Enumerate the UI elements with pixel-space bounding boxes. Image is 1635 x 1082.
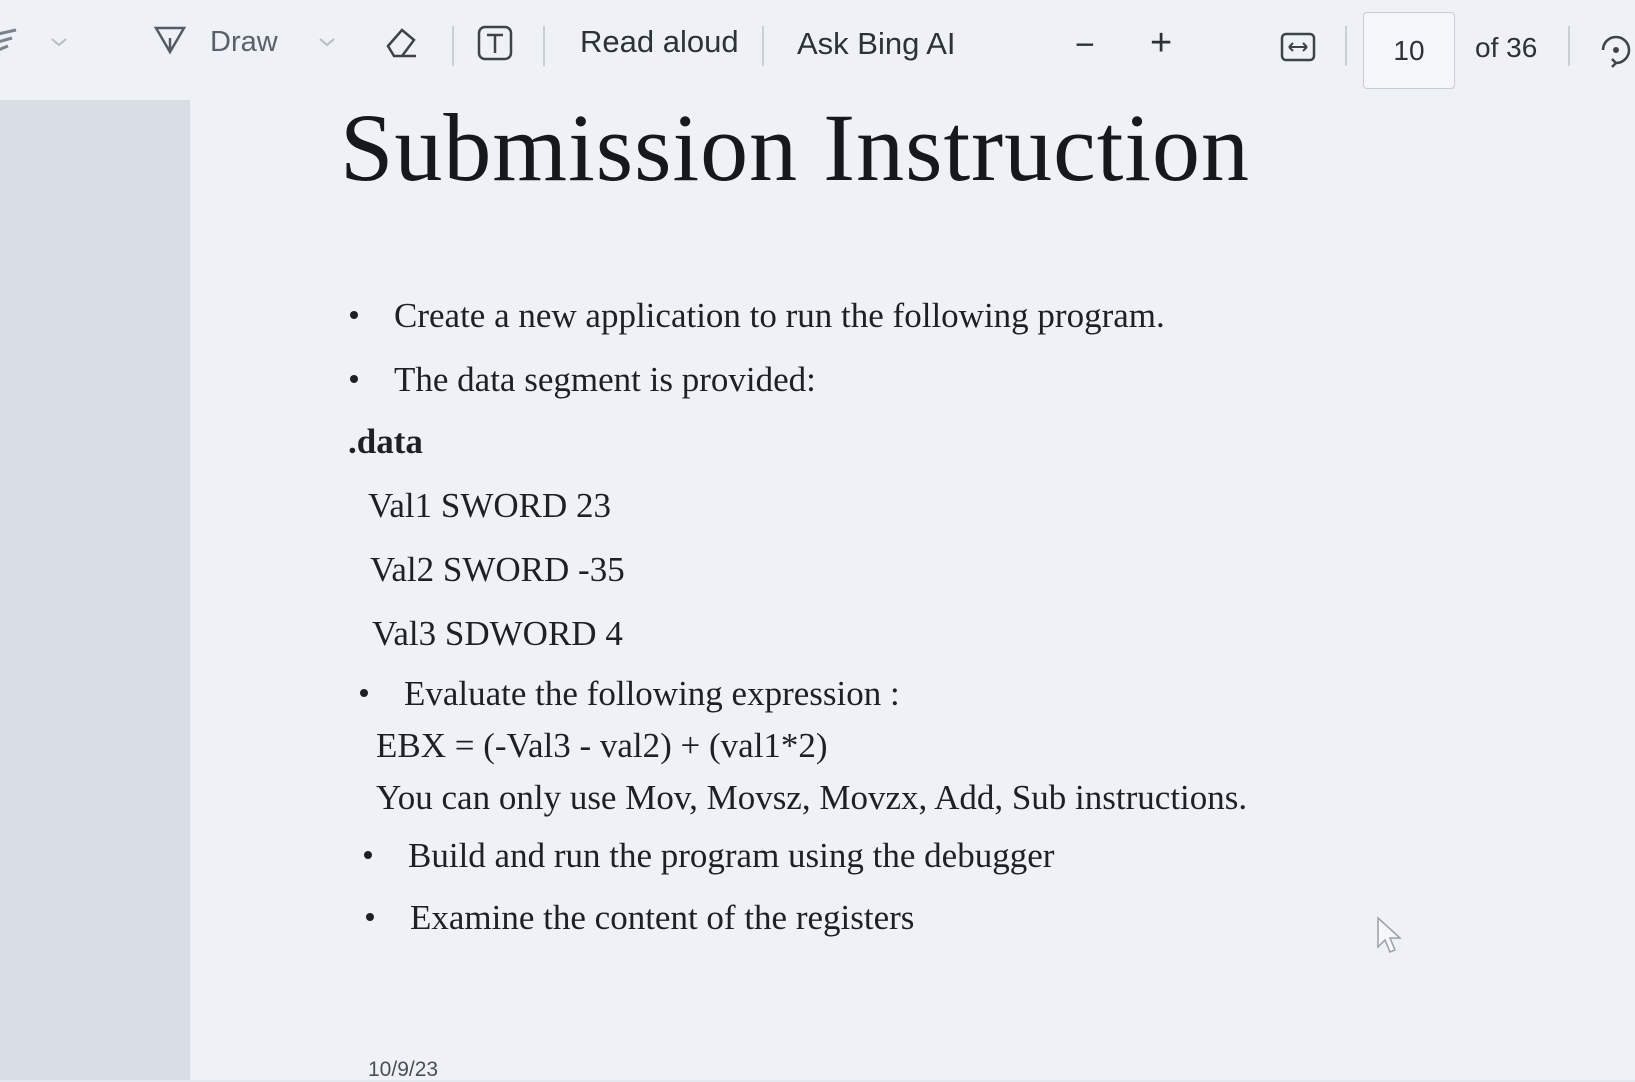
ask-bing-ai-button[interactable]: Ask Bing AI [797, 26, 956, 62]
draw-chevron-down-icon[interactable] [318, 36, 336, 48]
data-line: Val3 SDWORD 4 [372, 614, 623, 653]
document-page: Submission Instruction Create a new appl… [190, 94, 1635, 1081]
bullet-dot [350, 375, 358, 383]
mouse-cursor-icon [1375, 915, 1405, 960]
list-item: Create a new application to run the foll… [350, 296, 1165, 336]
zoom-in-button[interactable]: + [1150, 22, 1172, 65]
list-item: Evaluate the following expression : [360, 674, 900, 714]
bullet-dot [360, 689, 368, 697]
draw-icon [152, 22, 188, 62]
highlighter-icon[interactable] [0, 26, 22, 62]
page-number-value: 10 [1393, 34, 1425, 66]
bullet-dot [350, 311, 358, 319]
bullet-dot [366, 913, 374, 921]
list-item: Build and run the program using the debu… [364, 836, 1054, 876]
eraser-icon[interactable] [380, 22, 420, 62]
list-item: Examine the content of the registers [366, 898, 914, 938]
text-box-icon[interactable] [476, 24, 514, 62]
draw-button[interactable]: Draw [152, 22, 278, 62]
toolbar: Draw Read aloud Ask Bing AI − + 10 of 36 [0, 0, 1635, 101]
bullet-text: Build and run the program using the debu… [408, 836, 1055, 875]
data-line: Val1 SWORD 23 [368, 486, 612, 525]
constraint-text: You can only use Mov, Movsz, Movzx, Add,… [376, 778, 1248, 817]
page-total: of 36 [1475, 32, 1538, 63]
chevron-down-icon[interactable] [50, 36, 68, 48]
data-line: Val2 SWORD -35 [370, 550, 625, 589]
fit-width-icon[interactable] [1280, 32, 1316, 62]
bullet-text: Evaluate the following expression : [404, 674, 900, 713]
expression: EBX = (-Val3 - val2) + (val1*2) [376, 726, 828, 765]
list-item: The data segment is provided: [350, 360, 816, 400]
page-number-input[interactable]: 10 [1363, 12, 1455, 89]
bullet-text: The data segment is provided: [394, 360, 816, 399]
bullet-text: Examine the content of the registers [410, 898, 915, 937]
bullet-dot [364, 851, 372, 859]
footer-date: 10/9/23 [368, 1058, 439, 1081]
draw-label: Draw [210, 25, 278, 58]
data-header: .data [348, 422, 423, 461]
bullet-text: Create a new application to run the foll… [394, 296, 1165, 335]
read-aloud-button[interactable]: Read aloud [580, 24, 739, 60]
page-title: Submission Instruction [340, 94, 1251, 201]
zoom-out-button[interactable]: − [1075, 26, 1095, 65]
rotate-icon[interactable] [1597, 30, 1635, 68]
page-gutter [0, 100, 190, 1080]
